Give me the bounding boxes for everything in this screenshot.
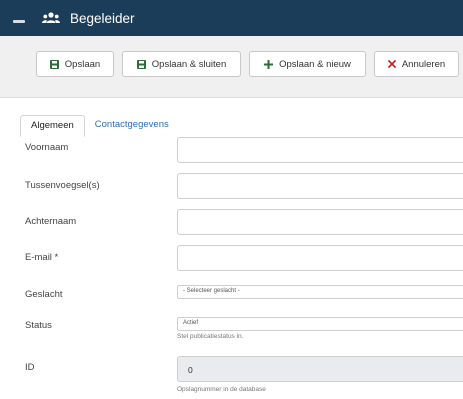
email-label: E-mail * (25, 252, 59, 263)
toolbar: Opslaan Opslaan & sluiten Opslaan & nieu… (0, 36, 463, 98)
status-label: Status (25, 320, 52, 331)
cancel-button-label: Annuleren (401, 58, 446, 70)
tussenvoegsel-field[interactable] (177, 173, 463, 199)
status-select[interactable]: Actief (177, 317, 463, 331)
save-close-button-label: Opslaan & sluiten (151, 58, 227, 70)
save-icon (49, 59, 59, 69)
users-icon (42, 11, 64, 25)
status-help-text: Stel publicatiestatus in. (177, 333, 244, 340)
tab-contactgegevens[interactable]: Contactgegevens (85, 115, 179, 137)
geslacht-select[interactable]: - Selecteer geslacht - (177, 285, 463, 299)
save-button-label: Opslaan (64, 58, 101, 70)
id-field: 0 (177, 356, 463, 382)
geslacht-label: Geslacht (25, 289, 63, 300)
tab-algemeen[interactable]: Algemeen (20, 115, 85, 137)
cancel-button[interactable]: Annuleren (374, 51, 459, 77)
save-button[interactable]: Opslaan (36, 51, 114, 77)
menu-toggle-icon[interactable] (0, 0, 42, 36)
save-icon (136, 59, 146, 69)
header-title-text: Begeleider (70, 10, 135, 26)
close-icon (387, 60, 396, 68)
save-new-button-label: Opslaan & nieuw (279, 58, 351, 70)
save-new-button[interactable]: Opslaan & nieuw (249, 51, 366, 77)
id-label: ID (25, 362, 35, 373)
achternaam-label: Achternaam (25, 216, 77, 227)
id-help-text: Opslagnummer in de database (177, 386, 266, 393)
app-header: Begeleider (0, 0, 463, 36)
tussenvoegsel-label: Tussenvoegsel(s) (25, 180, 100, 191)
voornaam-label: Voornaam (25, 142, 69, 153)
voornaam-field[interactable] (177, 137, 463, 163)
achternaam-field[interactable] (177, 209, 463, 235)
save-close-button[interactable]: Opslaan & sluiten (122, 51, 241, 77)
plus-icon (264, 59, 274, 69)
page-title: Begeleider (42, 0, 135, 36)
email-field[interactable] (177, 245, 463, 271)
tab-bar: Algemeen Contactgegevens (20, 115, 179, 137)
